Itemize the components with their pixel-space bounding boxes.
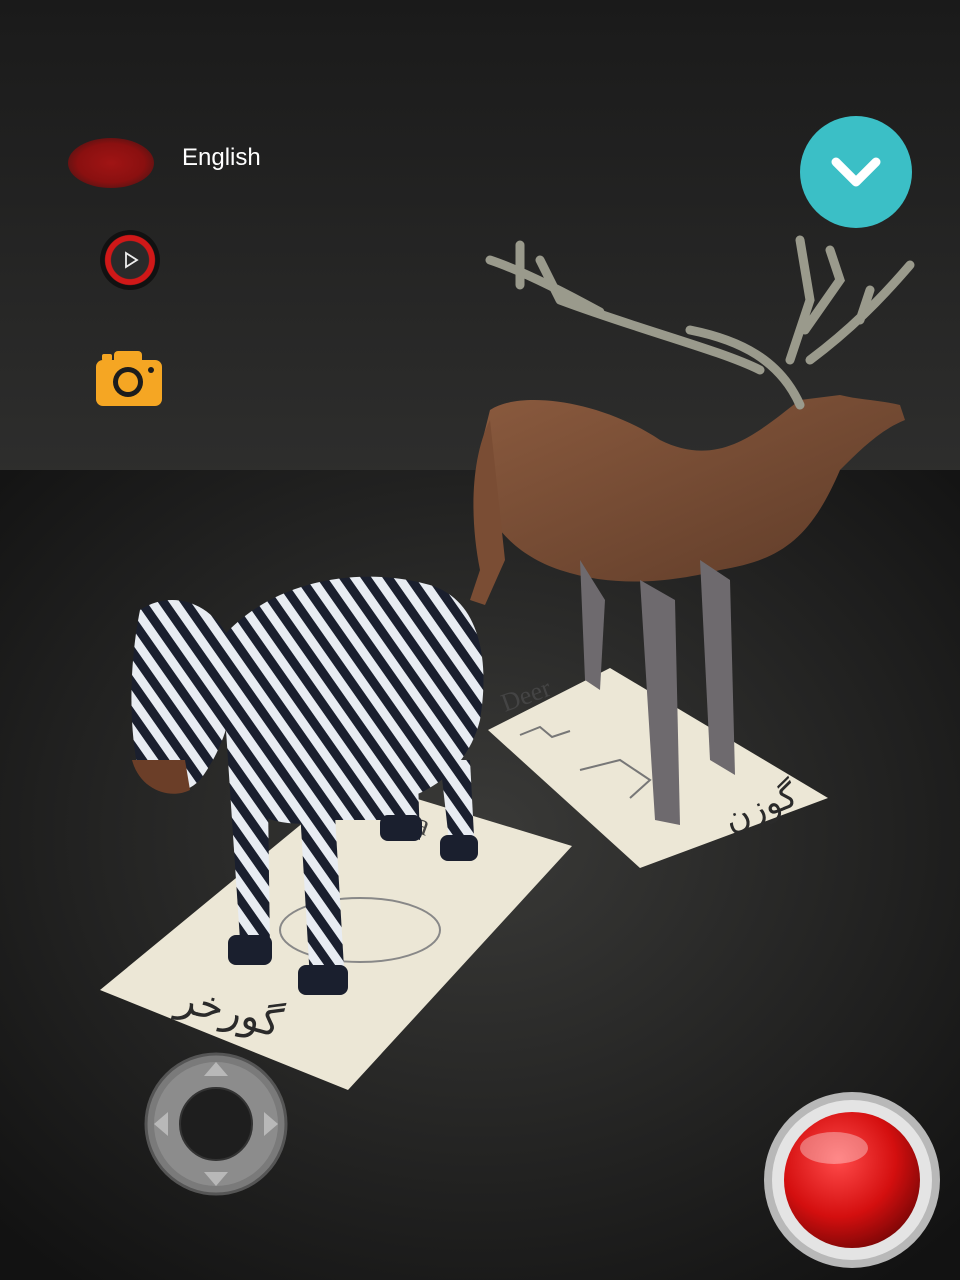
language-label[interactable]: English [182,144,261,172]
joystick-icon [144,1052,288,1196]
camera-icon [96,351,162,406]
menu-toggle-button[interactable] [800,116,912,228]
play-icon [125,251,139,269]
play-button[interactable] [100,230,160,290]
camera-button[interactable] [94,348,164,408]
record-icon [764,1092,940,1268]
joystick-control[interactable] [144,1052,288,1196]
language-indicator[interactable] [68,138,154,188]
chevron-down-icon [831,157,881,187]
record-button[interactable] [762,1090,942,1270]
